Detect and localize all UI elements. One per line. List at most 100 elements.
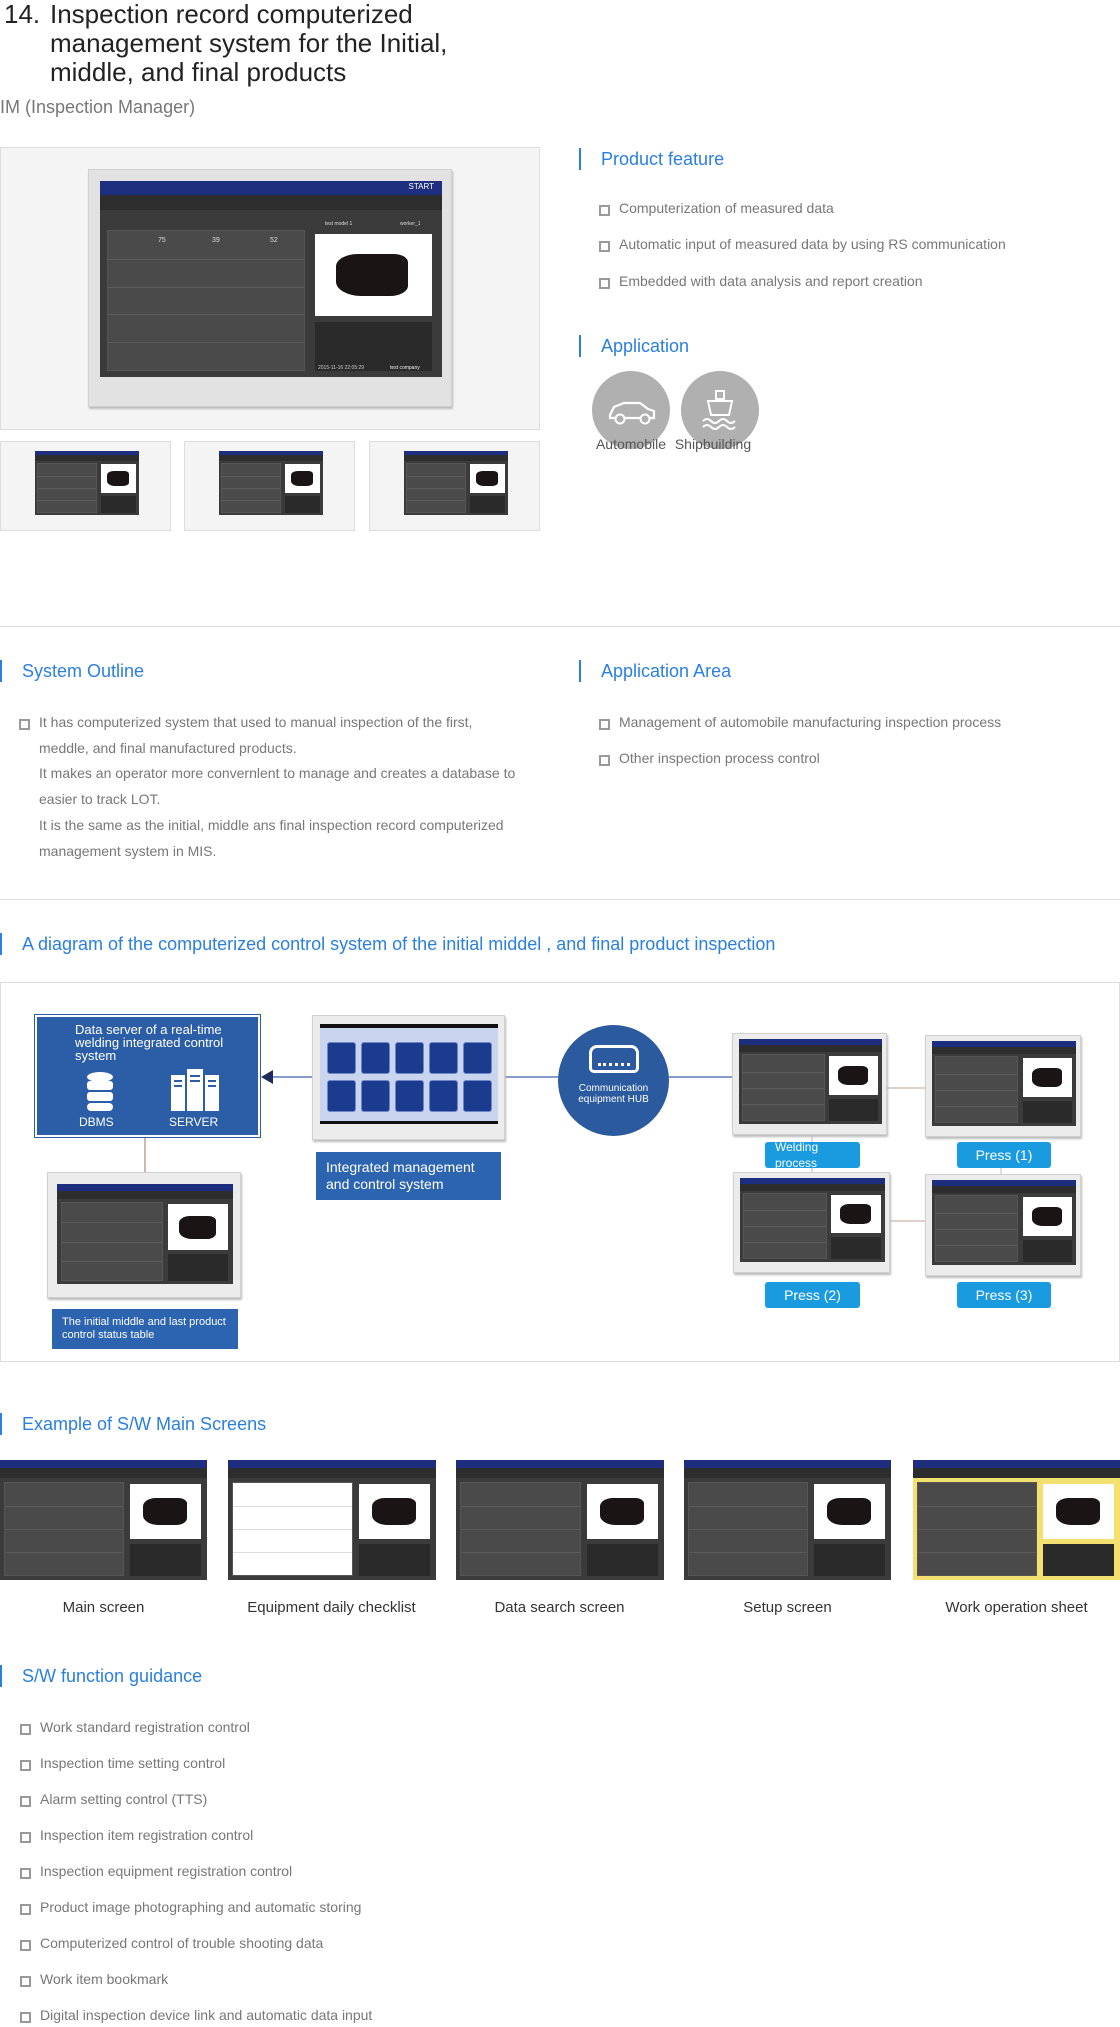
data-table	[221, 462, 282, 514]
functions-heading: S/W function guidance	[0, 1665, 202, 1687]
function-item: Product image photographing and automati…	[20, 1899, 361, 1915]
menu-tile-icon	[429, 1042, 458, 1074]
press2-monitor	[733, 1172, 890, 1273]
title-bar	[57, 1184, 233, 1191]
status-table-label: The initial middle and last product cont…	[52, 1309, 238, 1349]
screen-label: Main screen	[62, 1599, 145, 1616]
function-item: Computerized control of trouble shooting…	[20, 1935, 323, 1951]
screen-thumb-worksheet[interactable]	[913, 1460, 1120, 1580]
outline-line: It makes an operator more convernlent to…	[39, 765, 516, 781]
menu-tile-icon	[395, 1080, 424, 1112]
result-panel	[587, 1544, 658, 1577]
hub-label: Communication equipment HUB	[578, 1083, 649, 1105]
toolbar	[740, 1183, 885, 1191]
product-photo	[469, 463, 505, 494]
result-panel	[1043, 1544, 1114, 1577]
application-label: Automobile	[595, 436, 667, 452]
feature-item: Computerization of measured data	[599, 200, 834, 216]
thumbnail-1[interactable]	[0, 441, 171, 531]
result-panel	[1022, 1100, 1072, 1124]
toolbar	[0, 1468, 207, 1478]
system-diagram: Data server of a real-time welding integ…	[0, 982, 1120, 1362]
hub-icon	[589, 1045, 639, 1073]
thumbnail-3[interactable]	[369, 441, 540, 531]
function-item: Inspection item registration control	[20, 1827, 253, 1843]
menu-tile-icon	[361, 1080, 390, 1112]
station-label: Press (2)	[765, 1282, 860, 1308]
hub-node: Communication equipment HUB	[558, 1025, 669, 1136]
menu-tile-icon	[361, 1042, 390, 1074]
product-photo	[284, 463, 320, 494]
result-panel	[829, 1098, 878, 1122]
data-server-box: Data server of a real-time welding integ…	[34, 1014, 261, 1138]
outline-line: It is the same as the initial, middle an…	[39, 817, 504, 833]
screen-label: Equipment daily checklist	[247, 1599, 416, 1616]
result-panel	[167, 1254, 228, 1281]
title-bar	[228, 1460, 436, 1469]
data-table	[60, 1202, 163, 1281]
press3-monitor	[925, 1174, 1081, 1276]
screen-label: Setup screen	[743, 1599, 832, 1616]
page-subtitle: IM (Inspection Manager)	[0, 97, 196, 117]
thumbnail-2[interactable]	[184, 441, 355, 531]
result-panel	[284, 495, 320, 514]
menu-tile-icon	[429, 1080, 458, 1112]
toolbar	[932, 1185, 1076, 1193]
menu-tile-icon	[395, 1042, 424, 1074]
station-label: Welding process	[765, 1140, 860, 1170]
press1-monitor	[925, 1035, 1081, 1137]
data-table	[741, 1054, 825, 1122]
screen-thumb-main[interactable]	[0, 1460, 207, 1580]
product-photo	[1022, 1058, 1072, 1098]
menu-tile-icon	[327, 1080, 356, 1112]
title-bar	[913, 1460, 1120, 1469]
server-label: SERVER	[169, 1115, 219, 1129]
station-label: Press (3)	[957, 1282, 1051, 1308]
toolbar	[404, 455, 508, 461]
toolbar	[913, 1468, 1120, 1478]
product-photo	[831, 1194, 881, 1234]
main-product-image[interactable]: START 75 39 52 test model 1 worker_1 201…	[0, 147, 540, 430]
integrated-system-monitor	[312, 1015, 505, 1140]
function-item: Inspection time setting control	[20, 1755, 225, 1771]
product-photo	[167, 1204, 228, 1250]
data-table	[232, 1481, 353, 1577]
screen-thumb-search[interactable]	[456, 1460, 664, 1580]
toolbar	[684, 1468, 891, 1478]
function-item: Work standard registration control	[20, 1719, 250, 1735]
function-item: Alarm setting control (TTS)	[20, 1791, 207, 1807]
result-panel	[130, 1544, 201, 1577]
product-photo	[359, 1484, 430, 1540]
database-icon	[85, 1071, 115, 1111]
menu-tile-icon	[327, 1042, 356, 1074]
toolbar	[739, 1044, 882, 1052]
screen-label: Work operation sheet	[945, 1599, 1088, 1616]
area-item: Other inspection process control	[599, 750, 820, 766]
data-table	[934, 1056, 1019, 1124]
system-outline-heading: System Outline	[0, 660, 144, 682]
diagram-heading: A diagram of the computerized control sy…	[0, 933, 775, 955]
application-heading: Application	[579, 335, 689, 357]
function-item: Inspection equipment registration contro…	[20, 1863, 292, 1879]
product-feature-heading: Product feature	[579, 148, 724, 170]
menu-tile-icon	[463, 1042, 492, 1074]
feature-item: Automatic input of measured data by usin…	[599, 236, 1006, 252]
data-table	[460, 1481, 581, 1577]
station-label: Press (1)	[957, 1142, 1051, 1168]
data-table	[934, 1195, 1019, 1263]
screen-label: Data search screen	[494, 1599, 625, 1616]
application-label: Shipbuilding	[674, 436, 752, 452]
toolbar	[932, 1046, 1076, 1054]
area-item: Management of automobile manufacturing i…	[599, 714, 1001, 730]
title-bar	[684, 1460, 891, 1469]
screen-thumb-setup[interactable]	[684, 1460, 891, 1580]
product-photo	[1043, 1484, 1114, 1540]
result-panel	[100, 495, 136, 514]
data-table	[917, 1481, 1038, 1577]
status-table-monitor	[47, 1172, 241, 1298]
outline-line: It has computerized system that used to …	[19, 714, 472, 730]
screen-thumb-checklist[interactable]	[228, 1460, 436, 1580]
product-photo	[814, 1484, 885, 1540]
data-table	[4, 1481, 125, 1577]
function-item: Work item bookmark	[20, 1971, 168, 1987]
